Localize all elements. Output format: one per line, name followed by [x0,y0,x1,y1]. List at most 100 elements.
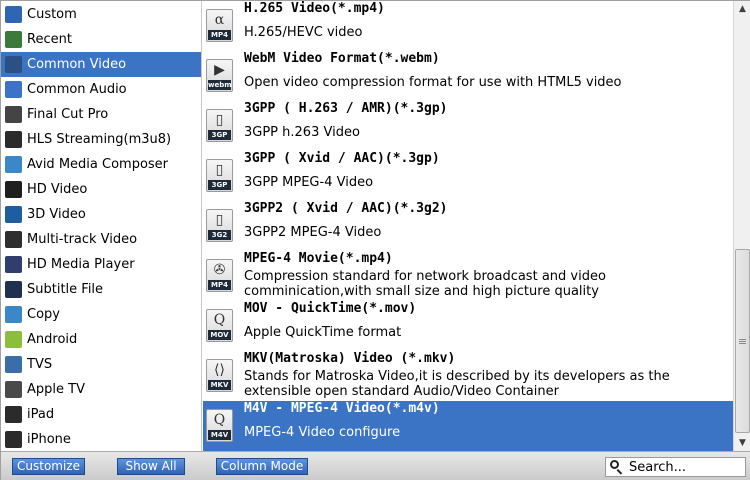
format-item[interactable]: Q M4V M4V - MPEG-4 Video(*.m4v) MPEG-4 Vide… [203,401,733,451]
format-description: 3GPP h.263 Video [244,125,360,140]
format-description: 3GPP MPEG-4 Video [244,175,374,190]
category-label: Custom [27,7,77,22]
category-label: Avid Media Composer [27,157,169,172]
format-icon-glyph: ▯ [215,112,224,128]
customize-button[interactable]: Customize [12,458,85,475]
final-cut-pro-icon [5,106,22,123]
category-label: Final Cut Pro [27,107,109,122]
format-title: MOV - QuickTime(*.mov) [244,301,417,316]
category-item[interactable]: HD Video [1,177,201,202]
format-icon-tag: MP4 [208,280,231,290]
hls-streaming-icon [5,131,22,148]
category-item[interactable]: TVS [1,352,201,377]
format-description: Open video compression format for use wi… [244,75,622,90]
category-item[interactable]: Avid Media Composer [1,152,201,177]
3g2-file-icon: ▯ 3G2 [206,209,233,242]
format-icon-glyph: ⟨⟩ [214,362,225,378]
iphone-icon [5,431,22,448]
category-label: 3D Video [27,207,86,222]
format-icon-glyph: α [214,12,225,28]
mkv-file-icon: ⟨⟩ MKV [206,359,233,392]
multi-track-video-icon [5,231,22,248]
search-input[interactable] [629,459,747,475]
format-icon-tag: 3GP [208,130,231,140]
ipad-icon [5,406,22,423]
format-list-scrollbar[interactable]: ▲ ▼ [733,1,750,451]
category-item[interactable]: Common Video [1,52,201,77]
show-all-button[interactable]: Show All [117,458,185,475]
category-item[interactable]: Android [1,327,201,352]
subtitle-file-icon [5,281,22,298]
category-item[interactable]: iPad [1,402,201,427]
category-item[interactable]: 3D Video [1,202,201,227]
custom-icon [5,6,22,23]
scroll-up-arrow-icon[interactable]: ▲ [734,1,750,17]
category-item[interactable]: Final Cut Pro [1,102,201,127]
category-item[interactable]: Multi-track Video [1,227,201,252]
3d-video-icon [5,206,22,223]
format-icon-glyph: ✇ [213,262,226,278]
search-icon [609,459,625,475]
format-title: WebM Video Format(*.webm) [244,51,440,66]
category-label: Common Video [27,57,127,72]
format-item[interactable]: ▯ 3G2 3GPP2 ( Xvid / AAC)(*.3g2) 3GPP2 MPEG… [203,201,733,251]
category-label: HD Media Player [27,257,135,272]
column-mode-button[interactable]: Column Mode [216,458,308,475]
format-title: MKV(Matroska) Video (*.mkv) [244,351,456,366]
format-title: H.265 Video(*.mp4) [244,1,385,16]
format-item[interactable]: ⟨⟩ MKV MKV(Matroska) Video (*.mkv) Stands f… [203,351,733,401]
format-icon-tag: MP4 [208,30,231,40]
hd-media-player-icon [5,256,22,273]
category-item[interactable]: Common Audio [1,77,201,102]
format-title: 3GPP ( H.263 / AMR)(*.3gp) [244,101,448,116]
category-item[interactable]: Recent [1,27,201,52]
format-icon-glyph: ▯ [215,162,224,178]
android-icon [5,331,22,348]
category-label: Android [27,332,78,347]
format-list[interactable]: α MP4 H.265 Video(*.mp4) H.265/HEVC video ▶ w… [203,1,733,451]
category-item[interactable]: Apple TV [1,377,201,402]
category-label: Apple TV [27,382,85,397]
common-audio-icon [5,81,22,98]
format-icon-tag: M4V [208,430,231,440]
category-item[interactable]: HD Media Player [1,252,201,277]
format-picker-window: Custom Recent Common Video Common Audio Fina… [0,0,750,480]
category-label: iPad [27,407,55,422]
avid-media-composer-icon [5,156,22,173]
format-item[interactable]: ▯ 3GP 3GPP ( Xvid / AAC)(*.3gp) 3GPP MPEG-4… [203,151,733,201]
format-icon-glyph: ▯ [215,212,224,228]
bottom-toolbar: Customize Show All Column Mode [1,451,750,480]
format-title: M4V - MPEG-4 Video(*.m4v) [244,401,440,416]
format-description: 3GPP2 MPEG-4 Video [244,225,382,240]
category-label: HD Video [27,182,88,197]
format-item[interactable]: ✇ MP4 MPEG-4 Movie(*.mp4) Compression stand… [203,251,733,301]
format-title: MPEG-4 Movie(*.mp4) [244,251,393,266]
grip-icon [739,338,746,344]
category-list[interactable]: Custom Recent Common Video Common Audio Fina… [1,1,202,451]
category-label: Subtitle File [27,282,104,297]
format-title: 3GPP ( Xvid / AAC)(*.3gp) [244,151,440,166]
tv-icon [5,356,22,373]
format-description: H.265/HEVC video [244,25,363,40]
format-icon-tag: 3GP [208,180,231,190]
category-item[interactable]: Custom [1,2,201,27]
copy-icon [5,306,22,323]
category-item[interactable]: Copy [1,302,201,327]
scroll-down-arrow-icon[interactable]: ▼ [734,435,750,451]
category-label: HLS Streaming(m3u8) [27,132,172,147]
format-item[interactable]: Q MOV MOV - QuickTime(*.mov) Apple QuickTim… [203,301,733,351]
category-item[interactable]: iPhone [1,427,201,451]
category-item[interactable]: HLS Streaming(m3u8) [1,127,201,152]
category-label: Multi-track Video [27,232,138,247]
scrollbar-thumb[interactable] [735,249,750,433]
m4v-file-icon: Q M4V [206,409,233,442]
category-label: Copy [27,307,60,322]
format-item[interactable]: ▯ 3GP 3GPP ( H.263 / AMR)(*.3gp) 3GPP h.263… [203,101,733,151]
3gp-file-icon: ▯ 3GP [206,109,233,142]
format-item[interactable]: α MP4 H.265 Video(*.mp4) H.265/HEVC video [203,1,733,51]
mp4-film-reel-icon: ✇ MP4 [206,259,233,292]
format-description: Apple QuickTime format [244,325,402,340]
category-item[interactable]: Subtitle File [1,277,201,302]
search-box[interactable] [605,457,747,477]
format-item[interactable]: ▶ webm WebM Video Format(*.webm) Open video… [203,51,733,101]
